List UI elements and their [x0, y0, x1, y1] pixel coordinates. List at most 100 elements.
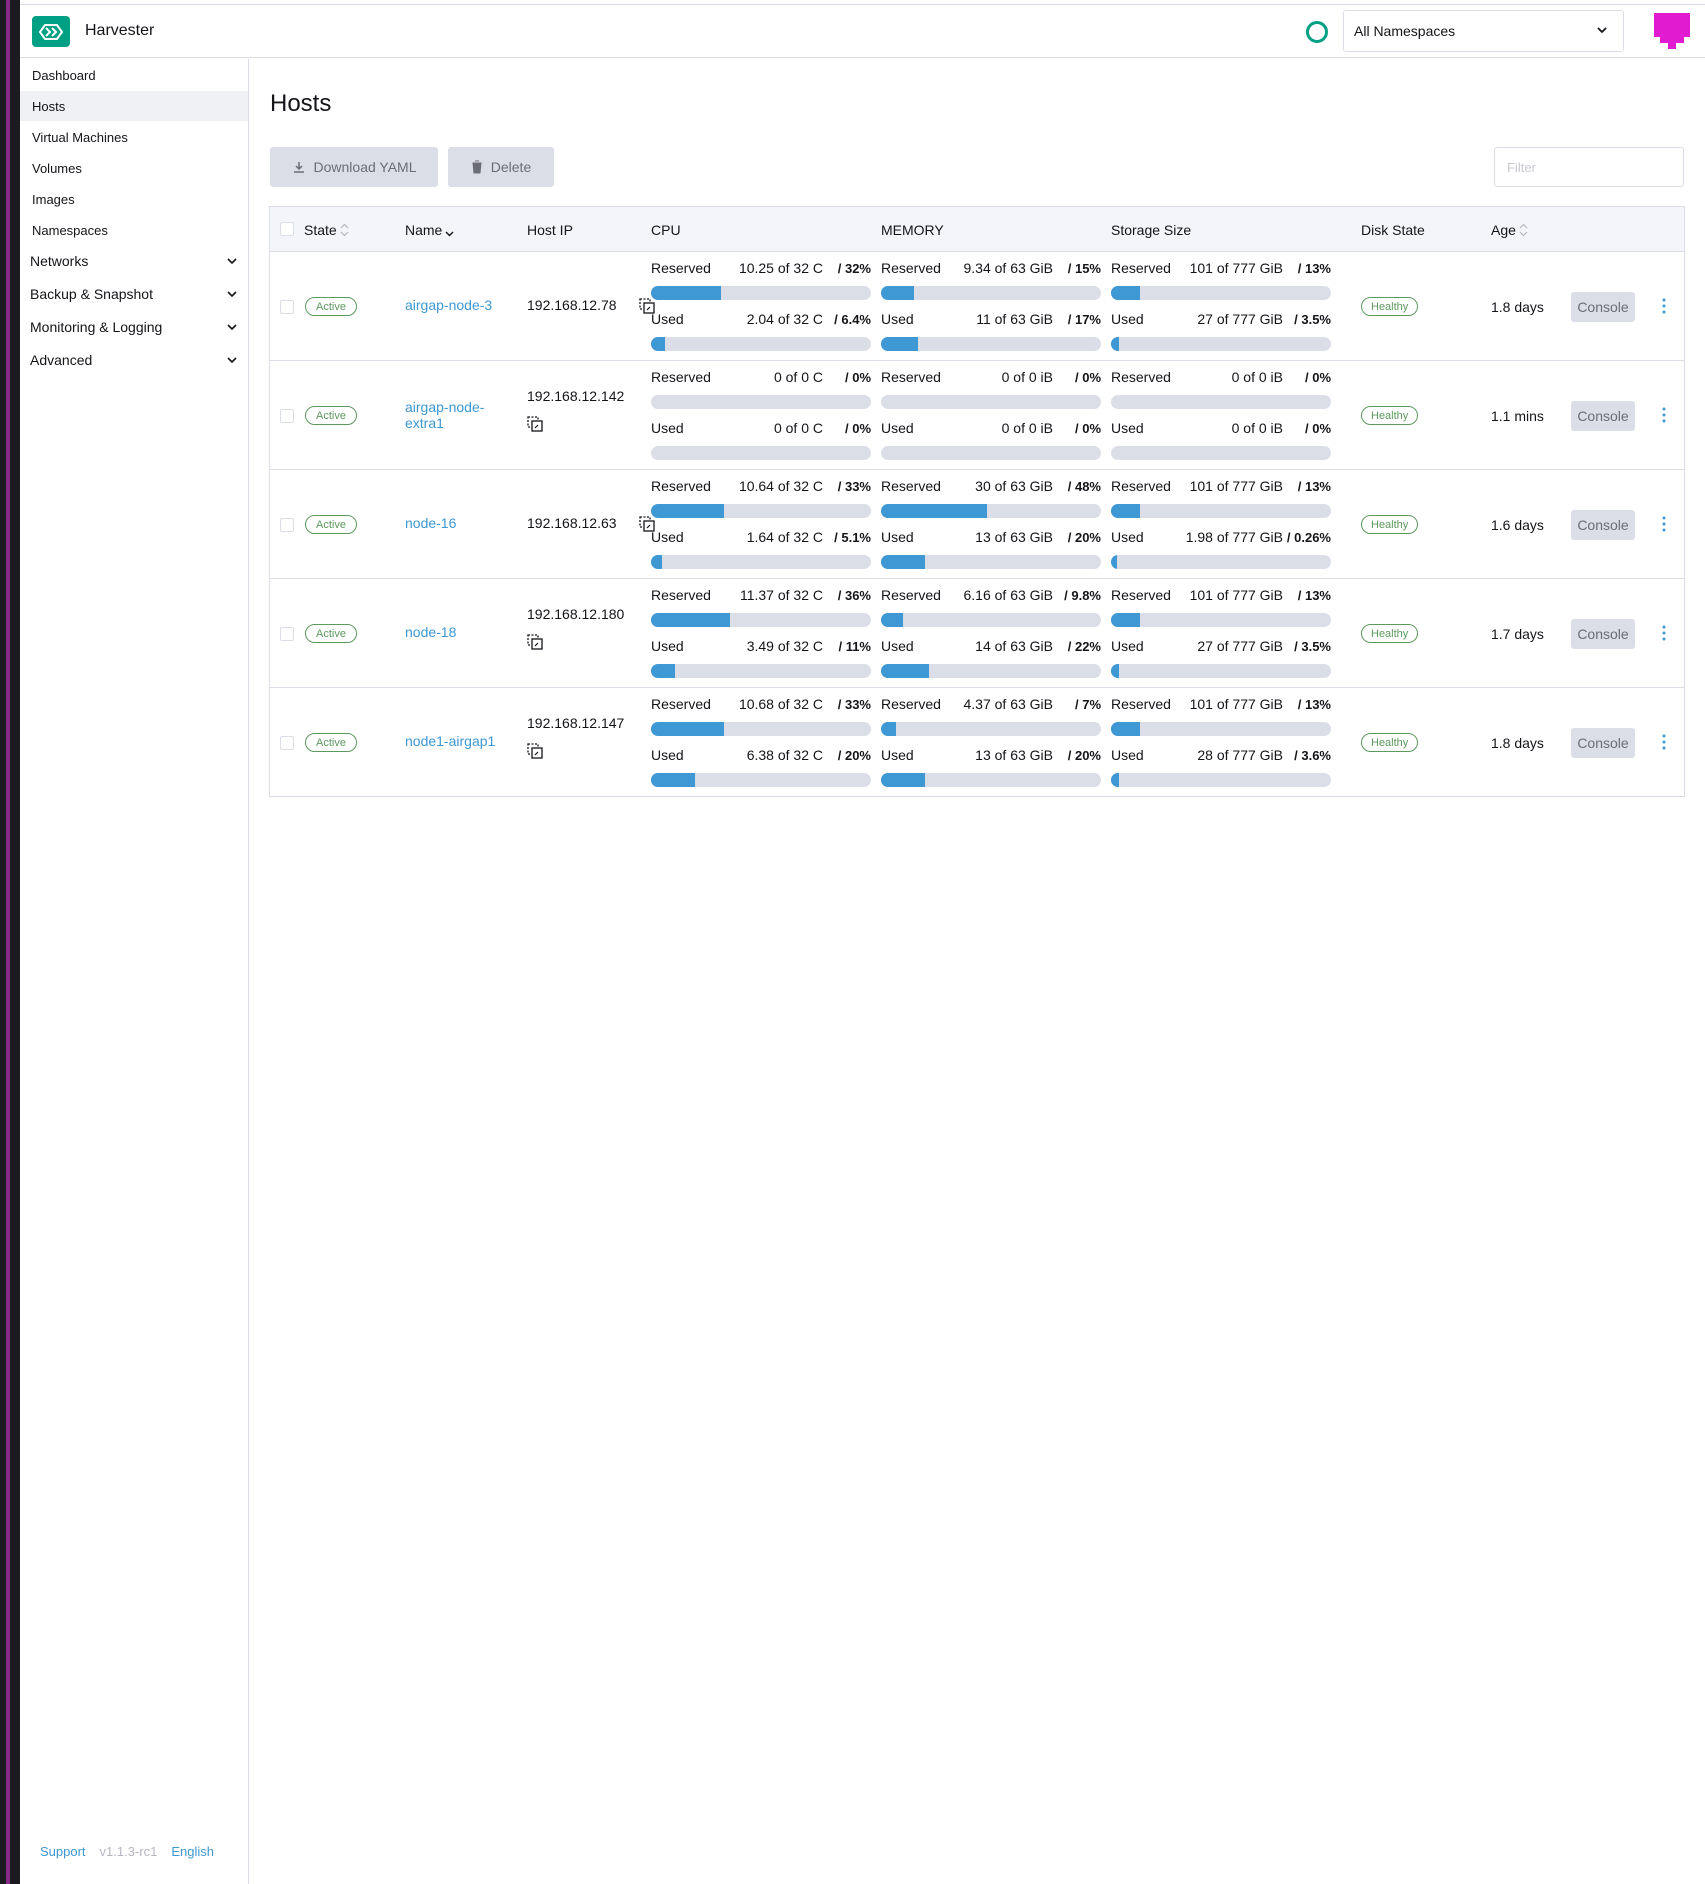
copy-icon[interactable] — [527, 743, 543, 759]
console-button[interactable]: Console — [1571, 510, 1635, 540]
sidebar: Dashboard Hosts Virtual Machines Volumes… — [20, 59, 249, 1884]
host-ip: 192.168.12.180 — [527, 606, 625, 622]
table-row: Active node-16 192.168.12.63 Reserved 10.64 … — [270, 470, 1684, 579]
disk-state-badge: Healthy — [1361, 733, 1419, 752]
language-link[interactable]: English — [171, 1844, 214, 1864]
used-percent: / 3.5% — [1294, 312, 1331, 327]
column-header-age[interactable]: Age — [1491, 222, 1528, 238]
used-bar — [1111, 773, 1331, 787]
kebab-menu-icon[interactable] — [1659, 297, 1669, 315]
used-bar-fill — [651, 664, 676, 678]
row-checkbox[interactable] — [280, 736, 294, 750]
reserved-bar — [881, 613, 1101, 627]
reserved-label: Reserved — [1111, 260, 1171, 276]
download-yaml-button[interactable]: Download YAML — [270, 147, 438, 187]
host-name-link[interactable]: airgap-node-extra1 — [405, 399, 510, 431]
row-checkbox[interactable] — [280, 409, 294, 423]
app-title[interactable]: Harvester — [85, 22, 154, 40]
reserved-bar-fill — [881, 504, 987, 518]
host-name-link[interactable]: airgap-node-3 — [405, 297, 510, 313]
reserved-label: Reserved — [1111, 478, 1171, 494]
used-bar — [881, 446, 1101, 460]
used-bar — [651, 773, 871, 787]
reserved-percent: / 48% — [1067, 479, 1101, 494]
reserved-bar — [881, 286, 1101, 300]
kebab-menu-icon[interactable] — [1659, 515, 1669, 533]
row-checkbox[interactable] — [280, 518, 294, 532]
column-header-storage: Storage Size — [1111, 222, 1191, 238]
sidebar-group-monitoring-logging[interactable]: Monitoring & Logging — [20, 311, 248, 343]
delete-button[interactable]: Delete — [448, 147, 554, 187]
kebab-menu-icon[interactable] — [1659, 406, 1669, 424]
used-percent: / 20% — [1067, 530, 1101, 545]
host-name-link[interactable]: node-16 — [405, 515, 510, 531]
namespace-select[interactable]: All Namespaces — [1343, 10, 1624, 52]
console-button[interactable]: Console — [1571, 619, 1635, 649]
copy-icon[interactable] — [527, 634, 543, 650]
reserved-label: Reserved — [1111, 369, 1171, 385]
used-label: Used — [651, 311, 684, 327]
row-checkbox[interactable] — [280, 627, 294, 641]
sidebar-item-volumes[interactable]: Volumes — [20, 153, 248, 183]
reserved-label: Reserved — [881, 696, 941, 712]
column-header-state[interactable]: State — [304, 222, 349, 238]
reserved-percent: / 15% — [1067, 261, 1101, 276]
console-button[interactable]: Console — [1571, 401, 1635, 431]
console-button[interactable]: Console — [1571, 728, 1635, 758]
reserved-value: 10.68 of 32 C — [738, 696, 823, 712]
reserved-percent: / 36% — [837, 588, 871, 603]
column-header-name[interactable]: Name — [405, 222, 454, 238]
sidebar-item-virtual-machines[interactable]: Virtual Machines — [20, 122, 248, 152]
used-label: Used — [881, 747, 914, 763]
sidebar-group-backup-snapshot[interactable]: Backup & Snapshot — [20, 278, 248, 310]
select-all-checkbox[interactable] — [280, 222, 294, 236]
console-button[interactable]: Console — [1571, 292, 1635, 322]
used-value: 0 of 0 iB — [1001, 420, 1053, 436]
reserved-bar-fill — [881, 613, 903, 627]
state-badge: Active — [305, 733, 357, 752]
kebab-menu-icon[interactable] — [1659, 624, 1669, 642]
used-value: 2.04 of 32 C — [746, 311, 823, 327]
status-circle-icon — [1306, 21, 1328, 43]
table-row: Active airgap-node-3 192.168.12.78 Reserved… — [270, 252, 1684, 361]
used-bar — [1111, 555, 1331, 569]
cpu-usage: Reserved 11.37 of 32 C / 36% Used 3.49 of 32… — [651, 587, 871, 688]
sidebar-item-label: Images — [32, 191, 75, 207]
sidebar-item-hosts[interactable]: Hosts — [20, 91, 248, 121]
copy-icon[interactable] — [527, 416, 543, 432]
disk-state-badge: Healthy — [1361, 624, 1419, 643]
kebab-menu-icon[interactable] — [1659, 733, 1669, 751]
support-link[interactable]: Support — [40, 1844, 86, 1864]
cpu-usage: Reserved 10.25 of 32 C / 32% Used 2.04 of 32… — [651, 260, 871, 361]
used-percent: / 20% — [837, 748, 871, 763]
sidebar-group-networks[interactable]: Networks — [20, 245, 248, 277]
reserved-percent: / 33% — [837, 697, 871, 712]
reserved-label: Reserved — [651, 587, 711, 603]
used-percent: / 6.4% — [834, 312, 871, 327]
delete-label: Delete — [490, 159, 532, 175]
row-checkbox[interactable] — [280, 300, 294, 314]
sidebar-item-dashboard[interactable]: Dashboard — [20, 60, 248, 90]
used-value: 0 of 0 iB — [1231, 420, 1283, 436]
column-header-memory: MEMORY — [881, 222, 944, 238]
reserved-label: Reserved — [881, 260, 941, 276]
harvester-logo-icon[interactable] — [32, 16, 70, 47]
reserved-bar — [1111, 395, 1331, 409]
sidebar-item-images[interactable]: Images — [20, 184, 248, 214]
sidebar-group-advanced[interactable]: Advanced — [20, 344, 248, 376]
host-ip: 192.168.12.142 — [527, 388, 625, 404]
reserved-bar — [1111, 504, 1331, 518]
used-bar-fill — [1111, 337, 1119, 351]
avatar-icon[interactable] — [1654, 13, 1690, 49]
sidebar-item-namespaces[interactable]: Namespaces — [20, 215, 248, 245]
used-label: Used — [881, 529, 914, 545]
host-name-link[interactable]: node-18 — [405, 624, 510, 640]
app-root: Harvester All Namespaces Dashboard Hosts… — [20, 0, 1705, 1884]
host-name-link[interactable]: node1-airgap1 — [405, 733, 510, 749]
reserved-label: Reserved — [881, 369, 941, 385]
cpu-usage: Reserved 10.68 of 32 C / 33% Used 6.38 of 32… — [651, 696, 871, 797]
reserved-bar-fill — [651, 504, 724, 518]
used-bar-fill — [881, 555, 925, 569]
filter-input[interactable] — [1494, 147, 1684, 187]
reserved-value: 9.34 of 63 GiB — [963, 260, 1053, 276]
